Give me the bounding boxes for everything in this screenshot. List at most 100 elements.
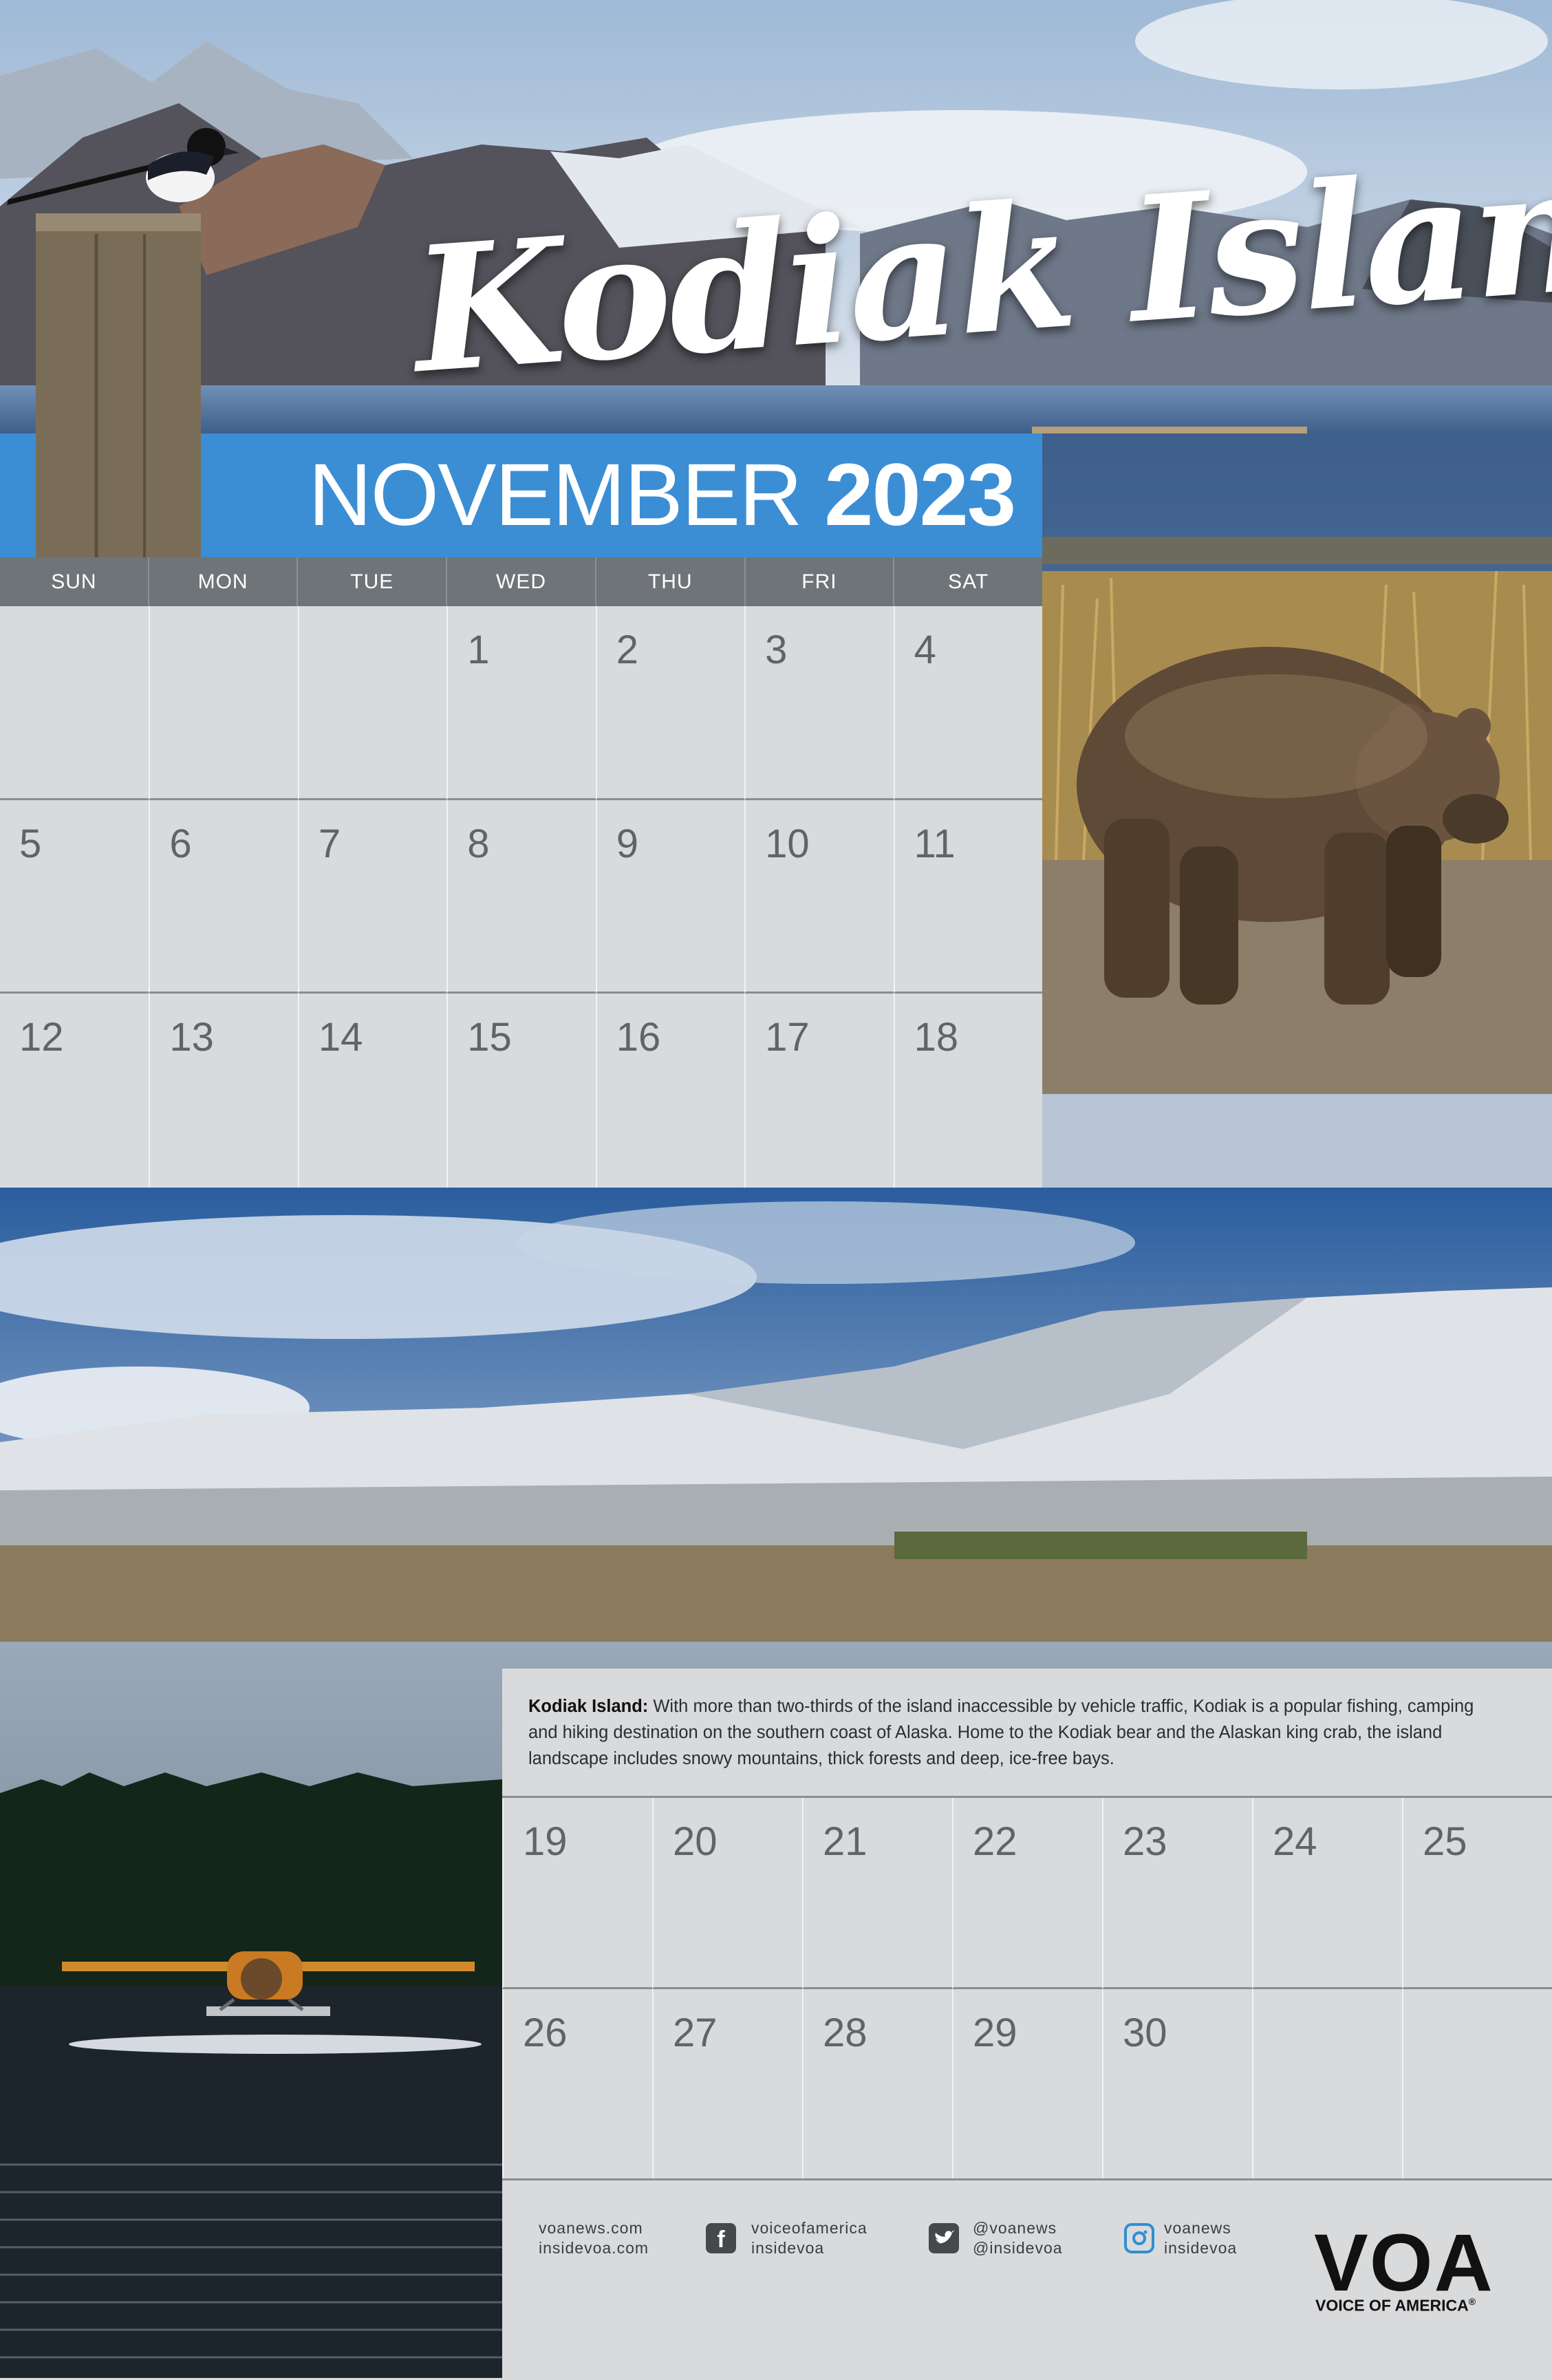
weekday-thu: THU: [594, 557, 744, 606]
calendar-day-cell[interactable]: 22: [952, 1798, 1102, 1989]
day-number: 12: [19, 1015, 64, 1060]
calendar-day-cell[interactable]: 4: [893, 606, 1042, 800]
twitter-handle[interactable]: @voanews: [973, 2218, 1063, 2238]
day-number: 2: [616, 628, 638, 672]
calendar-grid-top: 1 2 3 4 5 6 7 8 9 10 11 12 13 14 15 16 17 18: [0, 606, 1042, 1188]
month-banner: NOVEMBER 2023: [0, 433, 1042, 557]
instagram-icon[interactable]: [1124, 2223, 1154, 2253]
calendar-day-cell[interactable]: 27: [652, 1989, 802, 2180]
info-text: Kodiak Island: With more than two-thirds…: [528, 1693, 1505, 1772]
day-number: 17: [765, 1015, 810, 1060]
day-number: 9: [616, 821, 638, 866]
facebook-handle[interactable]: voiceofamerica: [751, 2218, 867, 2238]
footer: voanews.com insidevoa.com f voiceofameri…: [502, 2178, 1552, 2380]
calendar-grid-bottom: 19 20 21 22 23 24 25 26 27 28 29 30: [502, 1796, 1552, 2180]
day-number: 10: [765, 821, 810, 866]
calendar-day-cell[interactable]: 8: [446, 800, 596, 994]
day-number: 16: [616, 1015, 661, 1060]
weekday-fri: FRI: [744, 557, 894, 606]
registered-mark: ®: [1468, 2296, 1476, 2307]
calendar-day-cell[interactable]: 18: [893, 994, 1042, 1188]
day-number: 22: [973, 1819, 1017, 1864]
calendar-day-cell[interactable]: 17: [744, 994, 893, 1188]
day-number: 4: [914, 628, 936, 672]
calendar-day-cell[interactable]: 20: [652, 1798, 802, 1989]
calendar-day-cell[interactable]: 5: [0, 800, 149, 994]
day-number: 15: [467, 1015, 512, 1060]
info-heading: Kodiak Island:: [528, 1697, 649, 1716]
instagram-handle[interactable]: voanews: [1164, 2218, 1237, 2238]
facebook-icon[interactable]: f: [706, 2223, 736, 2253]
twitter-handle[interactable]: @insidevoa: [973, 2238, 1063, 2258]
calendar-day-cell[interactable]: [1252, 1989, 1402, 2180]
info-body: With more than two-thirds of the island …: [528, 1697, 1474, 1768]
day-number: 29: [973, 2011, 1017, 2055]
day-number: 14: [318, 1015, 363, 1060]
calendar-day-cell[interactable]: 15: [446, 994, 595, 1188]
day-number: 28: [823, 2011, 867, 2055]
weekday-sat: SAT: [893, 557, 1042, 606]
calendar-day-cell[interactable]: 6: [149, 800, 298, 994]
month-year-heading: NOVEMBER 2023: [308, 451, 1016, 539]
year-label: 2023: [824, 446, 1016, 544]
twitter-handles: @voanews @insidevoa: [973, 2218, 1063, 2258]
calendar-day-cell[interactable]: 7: [297, 800, 447, 994]
instagram-handle[interactable]: insidevoa: [1164, 2238, 1237, 2258]
voa-tagline: VOICE OF AMERICA®: [1315, 2296, 1476, 2315]
day-number: 8: [467, 821, 490, 866]
twitter-icon[interactable]: [929, 2223, 959, 2253]
weekday-tue: TUE: [297, 557, 446, 606]
website-links: voanews.com insidevoa.com: [539, 2218, 649, 2258]
calendar-day-cell[interactable]: 23: [1102, 1798, 1252, 1989]
calendar-day-cell[interactable]: 2: [595, 606, 745, 800]
calendar-day-cell[interactable]: 30: [1102, 1989, 1252, 2180]
day-number: 1: [467, 628, 490, 672]
calendar-day-cell[interactable]: 12: [0, 994, 149, 1188]
website-link[interactable]: insidevoa.com: [539, 2238, 649, 2258]
calendar-day-cell[interactable]: 1: [446, 606, 596, 800]
calendar-day-cell[interactable]: 11: [893, 800, 1042, 994]
calendar-day-cell[interactable]: 13: [149, 994, 297, 1188]
day-number: 5: [19, 821, 42, 866]
day-number: 6: [169, 821, 192, 866]
day-number: 30: [1123, 2011, 1167, 2055]
weekday-wed: WED: [446, 557, 595, 606]
weekday-sun: SUN: [51, 570, 97, 593]
voa-logo: VOA: [1314, 2222, 1494, 2297]
bear-photo: [1042, 433, 1552, 1188]
voa-logo-text: VOA: [1314, 2222, 1494, 2297]
month-label: NOVEMBER: [308, 446, 803, 544]
calendar-day-cell[interactable]: 21: [802, 1798, 952, 1989]
day-number: 20: [673, 1819, 718, 1864]
calendar-day-cell[interactable]: 10: [744, 800, 894, 994]
calendar-day-cell[interactable]: 19: [502, 1798, 652, 1989]
weekday-header: SUN MON TUE WED THU FRI SAT: [0, 557, 1042, 606]
calendar-day-cell[interactable]: 9: [595, 800, 745, 994]
post-overlap: [36, 433, 201, 557]
instagram-handles: voanews insidevoa: [1164, 2218, 1237, 2258]
calendar-day-cell[interactable]: 14: [297, 994, 446, 1188]
calendar-day-cell[interactable]: 16: [595, 994, 744, 1188]
day-number: 27: [673, 2011, 718, 2055]
calendar-day-cell[interactable]: [297, 606, 447, 800]
calendar-day-cell[interactable]: 29: [952, 1989, 1102, 2180]
calendar-day-cell[interactable]: 26: [502, 1989, 652, 2180]
calendar-day-cell[interactable]: [149, 606, 298, 800]
calendar-day-cell[interactable]: 28: [802, 1989, 952, 2180]
calendar-day-cell[interactable]: 24: [1252, 1798, 1402, 1989]
facebook-handle[interactable]: insidevoa: [751, 2238, 867, 2258]
website-link[interactable]: voanews.com: [539, 2218, 649, 2238]
day-number: 18: [914, 1015, 959, 1060]
day-number: 3: [765, 628, 788, 672]
info-panel: Kodiak Island: With more than two-thirds…: [502, 1669, 1552, 1796]
day-number: 24: [1273, 1819, 1317, 1864]
calendar-day-cell[interactable]: 3: [744, 606, 894, 800]
day-number: 19: [523, 1819, 568, 1864]
day-number: 11: [914, 821, 956, 866]
calendar-day-cell[interactable]: 25: [1402, 1798, 1552, 1989]
calendar-day-cell[interactable]: [1402, 1989, 1552, 2180]
voa-tagline-text: VOICE OF AMERICA: [1315, 2296, 1469, 2315]
day-number: 21: [823, 1819, 867, 1864]
day-number: 26: [523, 2011, 568, 2055]
calendar-day-cell[interactable]: [0, 606, 149, 800]
